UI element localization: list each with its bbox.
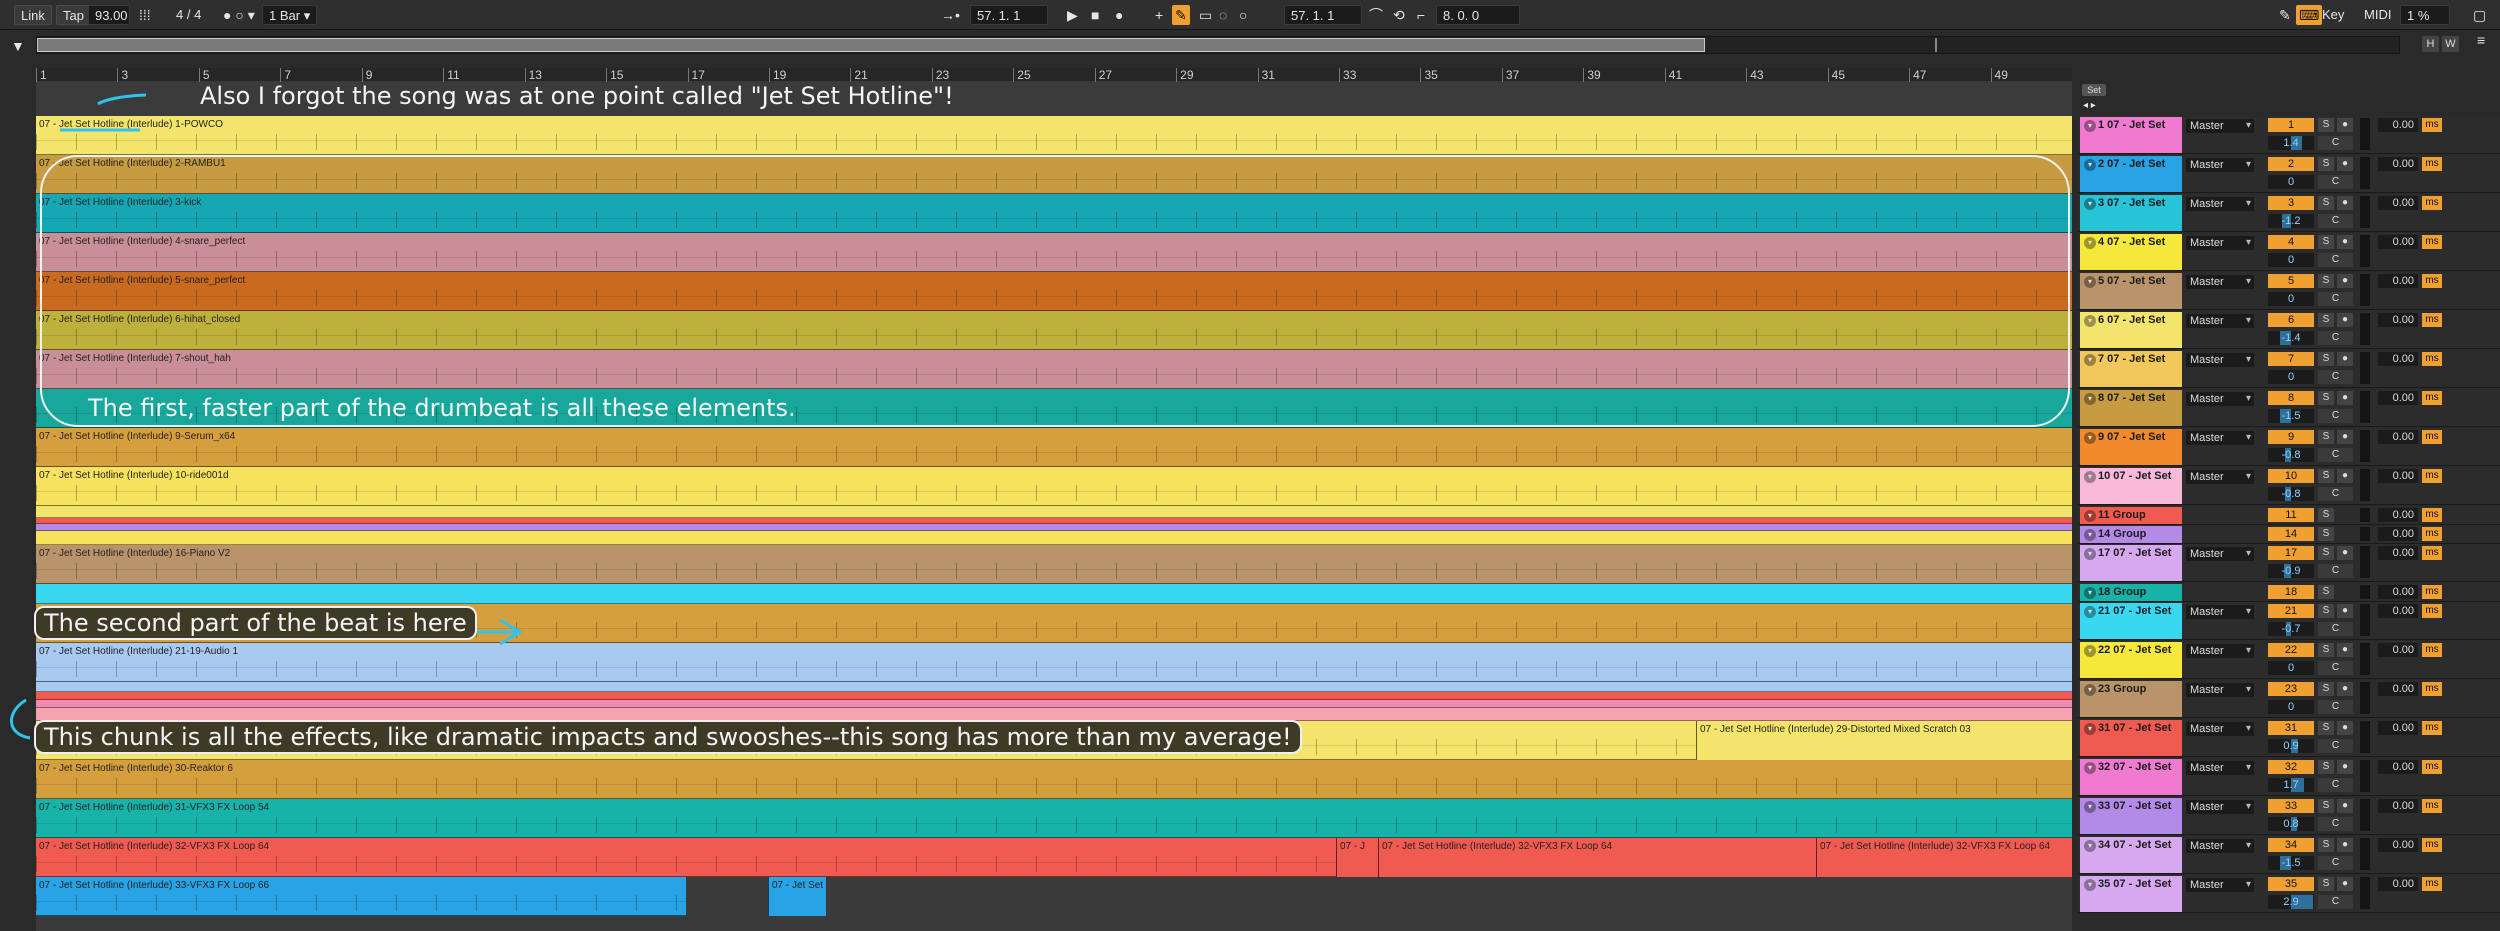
- annotation-effects-chunk: This chunk is all the effects, like dram…: [34, 720, 1302, 754]
- daw-window: Link Tap 93.00 ⁞⁞⁞ 4 / 4 ● ○ ▾ 1 Bar ▾ →…: [0, 0, 2500, 931]
- pointer-arrow-icon: [97, 93, 147, 106]
- annotation-song-name: Also I forgot the song was at one point …: [200, 82, 954, 110]
- annotation-second-part: The second part of the beat is here: [34, 606, 477, 640]
- curly-bracket-icon: [10, 698, 31, 740]
- annotation-strokes: [10, 93, 523, 740]
- annotation-drum-elements: The first, faster part of the drumbeat i…: [88, 394, 796, 422]
